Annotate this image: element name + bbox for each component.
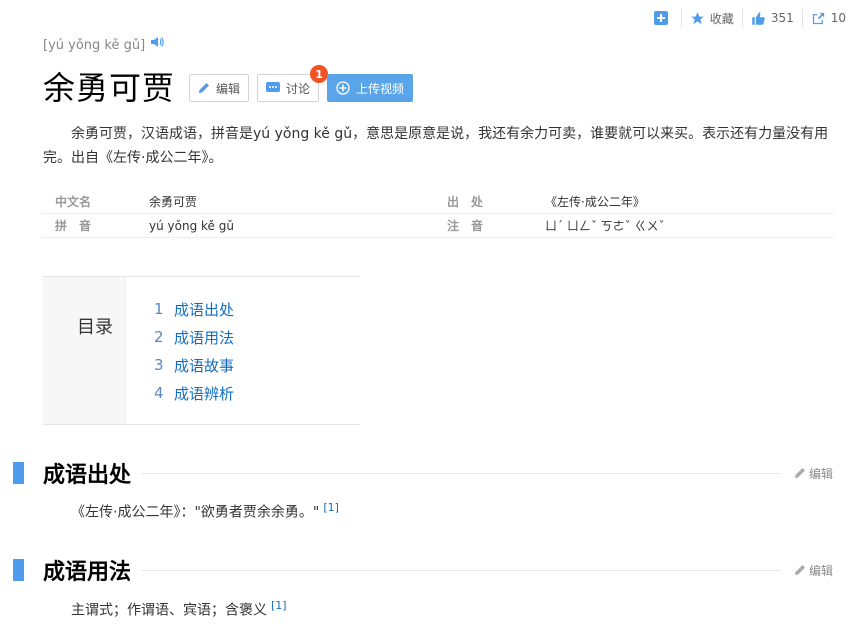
pencil-icon bbox=[794, 468, 805, 478]
catalog-item-label: 成语出处 bbox=[174, 300, 235, 319]
section-paragraph: 《左传·成公二年》："欲勇者贾余余勇。" [1] bbox=[71, 501, 339, 522]
top-action-bar: 收藏 351 10 bbox=[646, 8, 854, 28]
catalog-item-number: 3 bbox=[154, 356, 164, 374]
collect-button[interactable]: 收藏 bbox=[682, 9, 742, 27]
catalog: 目录 1 成语出处 2 成语用法 3 成语故事 4 成语辨析 bbox=[43, 276, 360, 425]
section-accent-bar bbox=[13, 462, 24, 484]
star-icon bbox=[691, 11, 704, 24]
share-button[interactable]: 10 bbox=[803, 9, 854, 27]
catalog-list: 1 成语出处 2 成语用法 3 成语故事 4 成语辨析 bbox=[126, 277, 234, 424]
basic-info-row: 拼 音 yú yǒng kě gǔ 注 音 ㄩˊ ㄩㄥˇ ㄎㄜˇ ㄍㄨˇ bbox=[43, 214, 833, 238]
basic-info-table: 中文名 余勇可贾 出 处 《左传·成公二年》 拼 音 yú yǒng kě gǔ… bbox=[43, 190, 833, 238]
catalog-title: 目录 bbox=[43, 277, 126, 424]
discuss-button-label: 讨论 bbox=[286, 81, 311, 96]
section-divider bbox=[141, 569, 780, 571]
section-edit-label: 编辑 bbox=[808, 563, 833, 578]
discuss-badge: 1 bbox=[310, 65, 329, 83]
catalog-item-label: 成语用法 bbox=[174, 328, 235, 347]
section-title: 成语用法 bbox=[43, 560, 132, 585]
plus-circle-icon bbox=[336, 81, 350, 95]
plus-square-icon bbox=[653, 11, 668, 25]
add-button[interactable] bbox=[646, 9, 681, 27]
upload-video-button[interactable]: 上传视频 bbox=[327, 74, 414, 102]
discuss-button[interactable]: 讨论 1 bbox=[257, 65, 329, 102]
comment-icon bbox=[266, 82, 281, 92]
catalog-item-number: 2 bbox=[154, 328, 164, 346]
basic-info-row: 中文名 余勇可贾 出 处 《左传·成公二年》 bbox=[43, 190, 833, 214]
share-count: 10 bbox=[830, 11, 846, 25]
speaker-icon[interactable] bbox=[151, 36, 164, 48]
section-paragraph: 主谓式；作谓语、宾语；含褒义 [1] bbox=[71, 599, 287, 620]
catalog-item[interactable]: 1 成语出处 bbox=[154, 295, 234, 323]
like-button[interactable]: 351 bbox=[743, 9, 802, 27]
catalog-item[interactable]: 2 成语用法 bbox=[154, 323, 234, 351]
info-value: ㄩˊ ㄩㄥˇ ㄎㄜˇ ㄍㄨˇ bbox=[545, 219, 665, 233]
section-text: 主谓式；作谓语、宾语；含褒义 bbox=[71, 602, 267, 619]
section-text: 《左传·成公二年》："欲勇者贾余余勇。" bbox=[71, 504, 320, 521]
collect-label: 收藏 bbox=[709, 11, 734, 26]
catalog-item[interactable]: 3 成语故事 bbox=[154, 351, 234, 379]
section-title: 成语出处 bbox=[43, 463, 132, 488]
info-name: 注 音 bbox=[447, 219, 484, 233]
pinyin-text: [yú yǒng kě gǔ] bbox=[43, 38, 146, 53]
section-accent-bar bbox=[13, 559, 24, 581]
edit-button-label: 编辑 bbox=[216, 81, 241, 96]
catalog-item-label: 成语故事 bbox=[174, 356, 235, 375]
reference-link[interactable]: [1] bbox=[271, 599, 287, 612]
share-icon bbox=[812, 12, 824, 24]
title-row: 余勇可贾 编辑 讨论 1 上传视频 bbox=[43, 64, 421, 112]
pencil-icon bbox=[199, 83, 210, 93]
info-value: 余勇可贾 bbox=[149, 195, 198, 209]
section-edit-label: 编辑 bbox=[808, 466, 833, 481]
section-divider bbox=[141, 472, 780, 474]
info-name: 拼 音 bbox=[55, 219, 92, 233]
pinyin-line: [yú yǒng kě gǔ] bbox=[43, 36, 164, 53]
like-count: 351 bbox=[770, 11, 794, 25]
thumbs-up-icon bbox=[752, 11, 765, 25]
catalog-item-label: 成语辨析 bbox=[174, 384, 235, 403]
pencil-icon bbox=[794, 565, 805, 575]
info-name: 中文名 bbox=[55, 195, 92, 209]
info-name: 出 处 bbox=[447, 195, 484, 209]
upload-video-label: 上传视频 bbox=[356, 81, 405, 96]
summary-paragraph: 余勇可贾，汉语成语，拼音是yú yǒng kě gǔ，意思是原意是说，我还有余力… bbox=[43, 126, 829, 166]
info-value: yú yǒng kě gǔ bbox=[149, 218, 234, 233]
info-value: 《左传·成公二年》 bbox=[545, 195, 645, 209]
section-heading: 成语用法 编辑 bbox=[13, 555, 833, 585]
page-title: 余勇可贾 bbox=[43, 69, 176, 107]
section-edit-button[interactable]: 编辑 bbox=[794, 465, 833, 482]
section-heading: 成语出处 编辑 bbox=[13, 458, 833, 488]
reference-link[interactable]: [1] bbox=[323, 501, 339, 514]
catalog-item-number: 1 bbox=[154, 300, 164, 318]
catalog-item[interactable]: 4 成语辨析 bbox=[154, 379, 234, 407]
section-edit-button[interactable]: 编辑 bbox=[794, 562, 833, 579]
catalog-item-number: 4 bbox=[154, 384, 164, 402]
edit-button[interactable]: 编辑 bbox=[189, 74, 250, 102]
